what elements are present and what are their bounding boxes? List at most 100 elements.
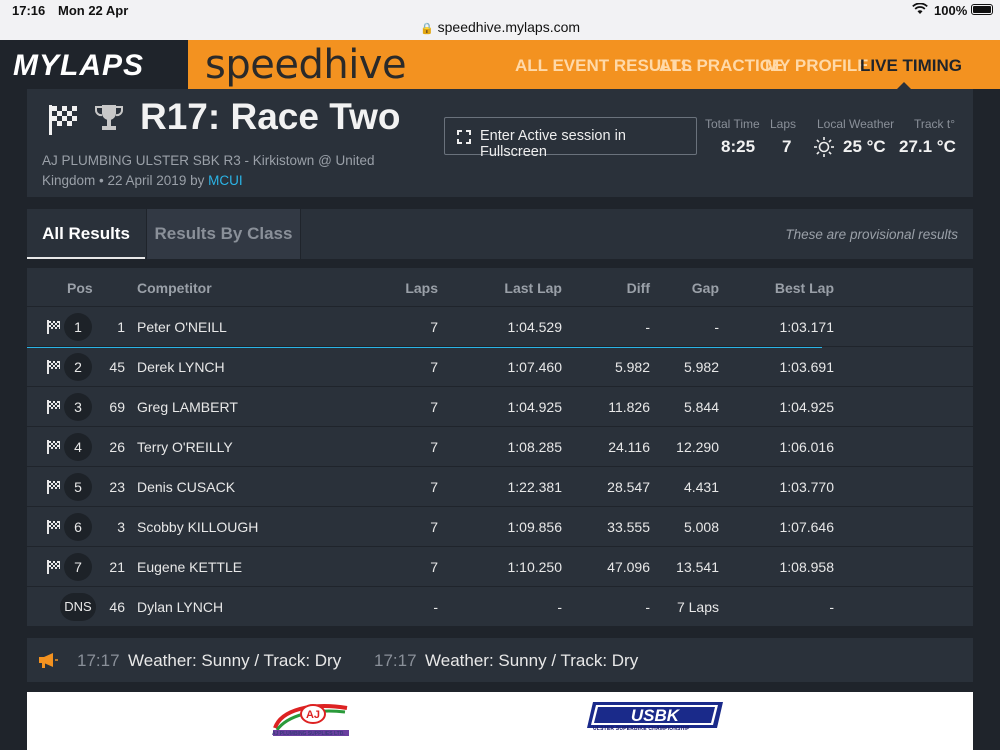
header-competitor[interactable]: Competitor — [137, 280, 212, 296]
nav-live-timing[interactable]: LIVE TIMING — [860, 56, 962, 76]
mylaps-logo-text: MYLAPS — [13, 49, 145, 82]
last-lap-cell: 1:04.529 — [507, 319, 563, 335]
tab-results-by-class[interactable]: Results By Class — [146, 209, 301, 259]
last-lap-cell: 1:08.285 — [507, 439, 563, 455]
site-header: MYLAPS speedhive ALL EVENT RESULTS ALL P… — [0, 40, 1000, 89]
competitor-name[interactable]: Dylan LYNCH — [137, 599, 223, 615]
gap-cell: - — [714, 319, 719, 335]
position-badge: 6 — [64, 513, 92, 541]
speedhive-brand[interactable]: speedhive — [205, 42, 407, 88]
competitor-name[interactable]: Derek LYNCH — [137, 359, 225, 375]
clock: 17:16 — [12, 3, 46, 18]
header-last-lap[interactable]: Last Lap — [477, 280, 562, 296]
weather-value: 25 °C — [843, 137, 886, 156]
competitor-name[interactable]: Terry O'REILLY — [137, 439, 233, 455]
fullscreen-icon — [457, 130, 471, 144]
gap-cell: 12.290 — [676, 439, 719, 455]
diff-cell: 5.982 — [614, 359, 650, 375]
header-gap[interactable]: Gap — [657, 280, 719, 296]
date: Mon 22 Apr — [58, 3, 129, 18]
table-row[interactable]: 4 26 Terry O'REILLY 7 1:08.285 24.116 12.290 1:… — [27, 427, 973, 467]
competitor-number: 23 — [109, 479, 125, 495]
aj-mark: AJ — [306, 709, 320, 721]
session-card: R17: Race Two AJ PLUMBING ULSTER SBK R3 … — [27, 89, 973, 197]
laps-cell: 7 — [430, 439, 438, 455]
last-lap-cell: 1:22.381 — [507, 479, 563, 495]
position-badge: 1 — [64, 313, 92, 341]
competitor-number: 46 — [109, 599, 125, 615]
gap-cell: 5.008 — [683, 519, 719, 535]
laps-value: 7 — [782, 137, 792, 156]
weather-label: Local Weather — [817, 117, 895, 131]
best-lap-cell: 1:03.171 — [779, 319, 835, 335]
competitor-name[interactable]: Peter O'NEILL — [137, 319, 227, 335]
best-lap-cell: 1:03.770 — [779, 479, 835, 495]
sponsor-banner: AJ AJ PLUMBING SUPPLIES LTD. USBK ULSTER… — [27, 692, 973, 750]
ticker-time-2: 17:17 — [374, 651, 417, 670]
competitor-name[interactable]: Denis CUSACK — [137, 479, 235, 495]
diff-cell: - — [645, 599, 650, 615]
ticker-message-2: Weather: Sunny / Track: Dry — [425, 651, 639, 670]
header-diff[interactable]: Diff — [587, 280, 650, 296]
nav-my-profile[interactable]: MY PROFILE — [765, 56, 869, 76]
results-table: Pos Competitor Laps Last Lap Diff Gap Be… — [27, 268, 973, 627]
best-lap-cell: 1:07.646 — [779, 519, 835, 535]
best-lap-cell: - — [829, 599, 834, 615]
table-row[interactable]: 6 3 Scobby KILLOUGH 7 1:09.856 33.555 5.008 1:0… — [27, 507, 973, 547]
competitor-number: 3 — [117, 519, 125, 535]
finish-flag-icon — [47, 440, 61, 459]
table-header: Pos Competitor Laps Last Lap Diff Gap Be… — [27, 268, 973, 307]
gap-cell: 4.431 — [683, 479, 719, 495]
provisional-note: These are provisional results — [785, 227, 958, 242]
results-tabs: All Results Results By Class These are p… — [27, 209, 973, 259]
best-lap-cell: 1:04.925 — [779, 399, 835, 415]
competitor-number: 45 — [109, 359, 125, 375]
competitor-name[interactable]: Scobby KILLOUGH — [137, 519, 258, 535]
competitor-number: 21 — [109, 559, 125, 575]
position-badge: 3 — [64, 393, 92, 421]
ticker-message-1: Weather: Sunny / Track: Dry — [128, 651, 342, 670]
gap-cell: 5.982 — [683, 359, 719, 375]
aj-plumbing-text: AJ PLUMBING SUPPLIES LTD. — [272, 731, 345, 737]
laps-cell: 7 — [430, 359, 438, 375]
laps-cell: 7 — [430, 479, 438, 495]
competitor-name[interactable]: Greg LAMBERT — [137, 399, 238, 415]
competitor-number: 69 — [109, 399, 125, 415]
megaphone-icon — [39, 653, 58, 668]
diff-cell: 11.826 — [608, 399, 650, 415]
best-lap-cell: 1:03.691 — [779, 359, 835, 375]
last-lap-cell: 1:07.460 — [507, 359, 563, 375]
lock-icon: 🔒 — [419, 23, 434, 35]
checkered-flag-icon — [49, 105, 77, 135]
wifi-icon — [912, 3, 928, 14]
mylaps-logo[interactable]: MYLAPS — [0, 40, 188, 89]
usbk-subtitle: ULSTER SUPERBIKE CHAMPIONSHIP — [593, 726, 690, 732]
table-row[interactable]: 2 45 Derek LYNCH 7 1:07.460 5.982 5.982 1:03.69… — [27, 347, 973, 387]
header-pos[interactable]: Pos — [67, 280, 93, 296]
table-row[interactable]: 5 23 Denis CUSACK 7 1:22.381 28.547 4.431 1:03.… — [27, 467, 973, 507]
battery-icon — [971, 4, 993, 15]
laps-cell: 7 — [430, 399, 438, 415]
header-laps[interactable]: Laps — [377, 280, 438, 296]
table-row[interactable]: 1 1 Peter O'NEILL 7 1:04.529 - - 1:03.171 — [27, 307, 973, 347]
competitor-name[interactable]: Eugene KETTLE — [137, 559, 242, 575]
finish-flag-icon — [47, 360, 61, 379]
tab-all-results[interactable]: All Results — [27, 209, 145, 259]
position-badge: 4 — [64, 433, 92, 461]
browser-status-bar: 17:16 Mon 22 Apr 🔒 speedhive.mylaps.com 1… — [0, 0, 1000, 40]
usbk-mark: USBK — [631, 706, 681, 725]
diff-cell: 24.116 — [608, 439, 650, 455]
position-badge: DNS — [60, 593, 96, 621]
fullscreen-label: Enter Active session in Fullscreen — [480, 128, 626, 160]
leader-highlight-line — [27, 347, 822, 348]
organizer-link[interactable]: MCUI — [208, 173, 243, 188]
header-best-lap[interactable]: Best Lap — [747, 280, 834, 296]
url-bar[interactable]: 🔒 speedhive.mylaps.com — [0, 19, 1000, 35]
finish-flag-icon — [47, 400, 61, 419]
diff-cell: 33.555 — [607, 519, 650, 535]
table-row[interactable]: 3 69 Greg LAMBERT 7 1:04.925 11.826 5.844 1:04.… — [27, 387, 973, 427]
fullscreen-button[interactable]: Enter Active session in Fullscreen — [444, 117, 697, 160]
best-lap-cell: 1:06.016 — [779, 439, 835, 455]
table-row[interactable]: DNS 46 Dylan LYNCH - - - 7 Laps - — [27, 587, 973, 627]
table-row[interactable]: 7 21 Eugene KETTLE 7 1:10.250 47.096 13.541 1:0… — [27, 547, 973, 587]
